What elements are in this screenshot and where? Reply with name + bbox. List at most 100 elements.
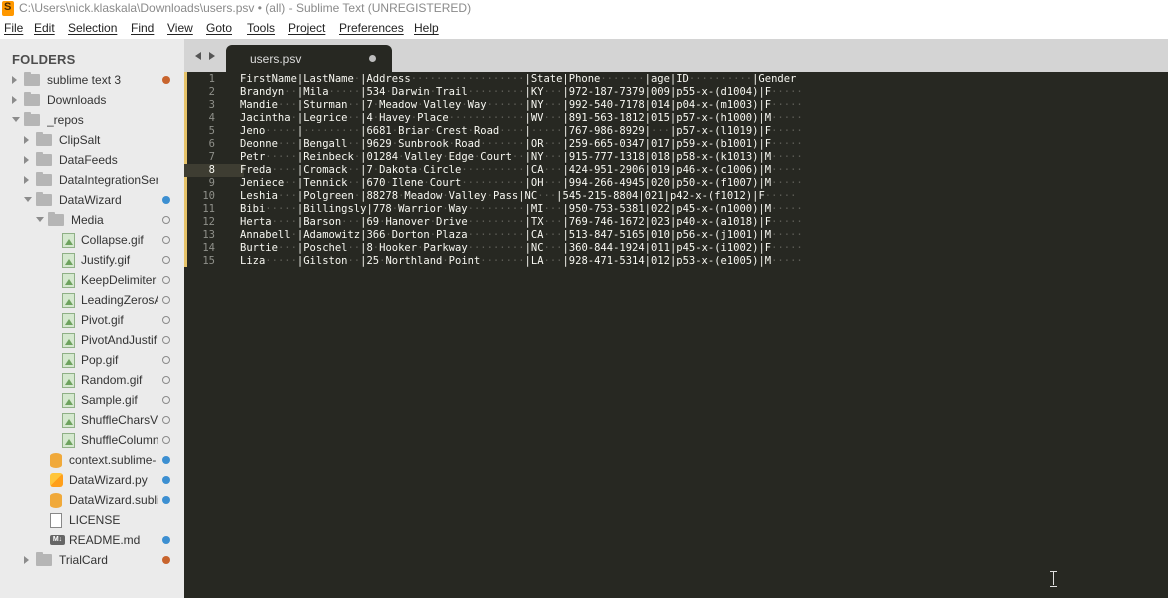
menu-goto[interactable]: Goto	[206, 21, 232, 35]
line-number: 4	[208, 112, 215, 124]
chevron-right-icon[interactable]	[24, 556, 29, 564]
sidebar-item-label: LICENSE	[69, 513, 121, 527]
untracked-status-dot-icon	[162, 376, 170, 384]
code-line[interactable]: 7 Petr·····|Reinbeck·|01284·Valley·Edge·C…	[184, 151, 1168, 164]
code-text: Bibi·····|Billingsly|778·Warrior·Way····…	[240, 203, 803, 215]
code-line[interactable]: 13 Annabell·|Adamowitz|366·Dorton·Plaza··…	[184, 229, 1168, 242]
folder-icon	[36, 132, 52, 146]
code-line[interactable]: 11 Bibi·····|Billingsly|778·Warrior·Way··…	[184, 203, 1168, 216]
sidebar-item[interactable]: KeepDelimiter	[0, 270, 184, 290]
sidebar-item[interactable]: PivotAndJustif	[0, 330, 184, 350]
line-number: 12	[202, 216, 215, 228]
code-text: Leshia···|Polgreen·|88278·Meadow·Valley·…	[240, 190, 797, 202]
vcs-status-dot-icon	[162, 196, 170, 204]
sidebar-item-label: _repos	[47, 113, 84, 127]
sidebar-item[interactable]: Sample.gif	[0, 390, 184, 410]
unsaved-dot-icon[interactable]	[369, 55, 376, 62]
sidebar-item[interactable]: Justify.gif	[0, 250, 184, 270]
tab-next-arrow-icon[interactable]	[209, 52, 215, 60]
code-text: Mandie···|Sturman··|7·Meadow·Valley·Way·…	[240, 99, 803, 111]
sidebar-item[interactable]: sublime text 3	[0, 70, 184, 90]
chevron-right-icon[interactable]	[12, 76, 17, 84]
sidebar-item-label: Justify.gif	[81, 253, 131, 267]
untracked-status-dot-icon	[162, 276, 170, 284]
sidebar-item-label: LeadingZerosA	[81, 293, 158, 307]
code-text: Petr·····|Reinbeck·|01284·Valley·Edge·Co…	[240, 151, 803, 163]
sidebar-item-label: DataWizard.subli	[69, 493, 158, 507]
code-line[interactable]: 1 FirstName|LastName·|Address············…	[184, 73, 1168, 86]
code-line[interactable]: 5 Jeno·····|·········|6681·Briar·Crest·Ro…	[184, 125, 1168, 138]
chevron-right-icon[interactable]	[24, 156, 29, 164]
sidebar-item[interactable]: Media	[0, 210, 184, 230]
sidebar-item[interactable]: LeadingZerosA	[0, 290, 184, 310]
code-line[interactable]: 10 Leshia···|Polgreen·|88278·Meadow·Valle…	[184, 190, 1168, 203]
menu-tools[interactable]: Tools	[247, 21, 275, 35]
chevron-down-icon[interactable]	[12, 117, 20, 122]
sidebar-item[interactable]: ShuffleCharsVe	[0, 410, 184, 430]
sidebar-item[interactable]: DataWizard	[0, 190, 184, 210]
sidebar-item-label: DataIntegrationServiceS	[59, 173, 158, 187]
chevron-right-icon[interactable]	[12, 96, 17, 104]
sidebar: FOLDERS sublime text 3 Downloads _repos Cli…	[0, 39, 184, 598]
sidebar-item[interactable]: ShuffleColumn	[0, 430, 184, 450]
editor-pane[interactable]: 1 FirstName|LastName·|Address············…	[184, 72, 1168, 598]
sidebar-item[interactable]: M↓ README.md	[0, 530, 184, 550]
code-line[interactable]: 9 Jeniece··|Tennick··|670·Ilene·Court····…	[184, 177, 1168, 190]
folder-icon	[36, 192, 52, 206]
sidebar-item[interactable]: _repos	[0, 110, 184, 130]
code-line[interactable]: 15 Liza·····|Gilston··|25·Northland·Point…	[184, 255, 1168, 268]
code-text: Brandyn··|Mila·····|534·Darwin·Trail····…	[240, 86, 803, 98]
image-file-icon	[62, 233, 75, 248]
sidebar-item[interactable]: Random.gif	[0, 370, 184, 390]
code-line[interactable]: 14 Burtie···|Poschel··|8·Hooker·Parkway··…	[184, 242, 1168, 255]
code-text: Deonne···|Bengall··|9629·Sunbrook·Road··…	[240, 138, 803, 150]
sidebar-item[interactable]: Pivot.gif	[0, 310, 184, 330]
sidebar-item[interactable]: DataWizard.py	[0, 470, 184, 490]
tab-users-psv[interactable]: users.psv	[226, 45, 392, 72]
sidebar-item[interactable]: LICENSE	[0, 510, 184, 530]
code-line[interactable]: 12 Herta····|Barson···|69·Hanover·Drive··…	[184, 216, 1168, 229]
sidebar-item[interactable]: Downloads	[0, 90, 184, 110]
code-line[interactable]: 2 Brandyn··|Mila·····|534·Darwin·Trail···…	[184, 86, 1168, 99]
sidebar-item[interactable]: DataFeeds	[0, 150, 184, 170]
menu-view[interactable]: View	[167, 21, 193, 35]
folders-heading: FOLDERS	[12, 52, 76, 67]
code-line[interactable]: 4 Jacintha·|Legrice··|4·Havey·Place······…	[184, 112, 1168, 125]
menu-project[interactable]: Project	[288, 21, 325, 35]
code-text: FirstName|LastName·|Address·············…	[240, 73, 797, 85]
window-title: C:\Users\nick.klaskala\Downloads\users.p…	[19, 1, 472, 15]
sidebar-item[interactable]: DataIntegrationServiceS	[0, 170, 184, 190]
chevron-right-icon[interactable]	[24, 136, 29, 144]
code-text: Liza·····|Gilston··|25·Northland·Point··…	[240, 255, 803, 267]
sidebar-item[interactable]: Pop.gif	[0, 350, 184, 370]
line-number: 6	[208, 138, 215, 150]
image-file-icon	[62, 373, 75, 388]
code-text: Herta····|Barson···|69·Hanover·Drive····…	[240, 216, 803, 228]
sidebar-item[interactable]: TrialCard	[0, 550, 184, 570]
sidebar-item-label: DataWizard	[59, 193, 122, 207]
sidebar-item[interactable]: Collapse.gif	[0, 230, 184, 250]
menu-help[interactable]: Help	[414, 21, 439, 35]
tab-prev-arrow-icon[interactable]	[195, 52, 201, 60]
sidebar-item-label: Downloads	[47, 93, 107, 107]
chevron-right-icon[interactable]	[24, 176, 29, 184]
code-text: Freda····|Cromack··|7·Dakota·Circle·····…	[240, 164, 803, 176]
menu-selection[interactable]: Selection	[68, 21, 117, 35]
chevron-down-icon[interactable]	[24, 197, 32, 202]
markdown-file-icon: M↓	[50, 535, 65, 545]
code-text: Jacintha·|Legrice··|4·Havey·Place·······…	[240, 112, 803, 124]
code-line[interactable]: 8 Freda····|Cromack··|7·Dakota·Circle····…	[184, 164, 803, 177]
sidebar-item[interactable]: ClipSalt	[0, 130, 184, 150]
chevron-down-icon[interactable]	[36, 217, 44, 222]
sidebar-item[interactable]: context.sublime-	[0, 450, 184, 470]
image-file-icon	[62, 433, 75, 448]
code-line[interactable]: 3 Mandie···|Sturman··|7·Meadow·Valley·Way…	[184, 99, 1168, 112]
sidebar-item-label: ClipSalt	[59, 133, 101, 147]
menu-find[interactable]: Find	[131, 21, 154, 35]
sidebar-item[interactable]: DataWizard.subli	[0, 490, 184, 510]
code-line[interactable]: 6 Deonne···|Bengall··|9629·Sunbrook·Road·…	[184, 138, 1168, 151]
menu-edit[interactable]: Edit	[34, 21, 55, 35]
line-number: 3	[208, 99, 215, 111]
menu-preferences[interactable]: Preferences	[339, 21, 404, 35]
menu-file[interactable]: File	[4, 21, 23, 35]
